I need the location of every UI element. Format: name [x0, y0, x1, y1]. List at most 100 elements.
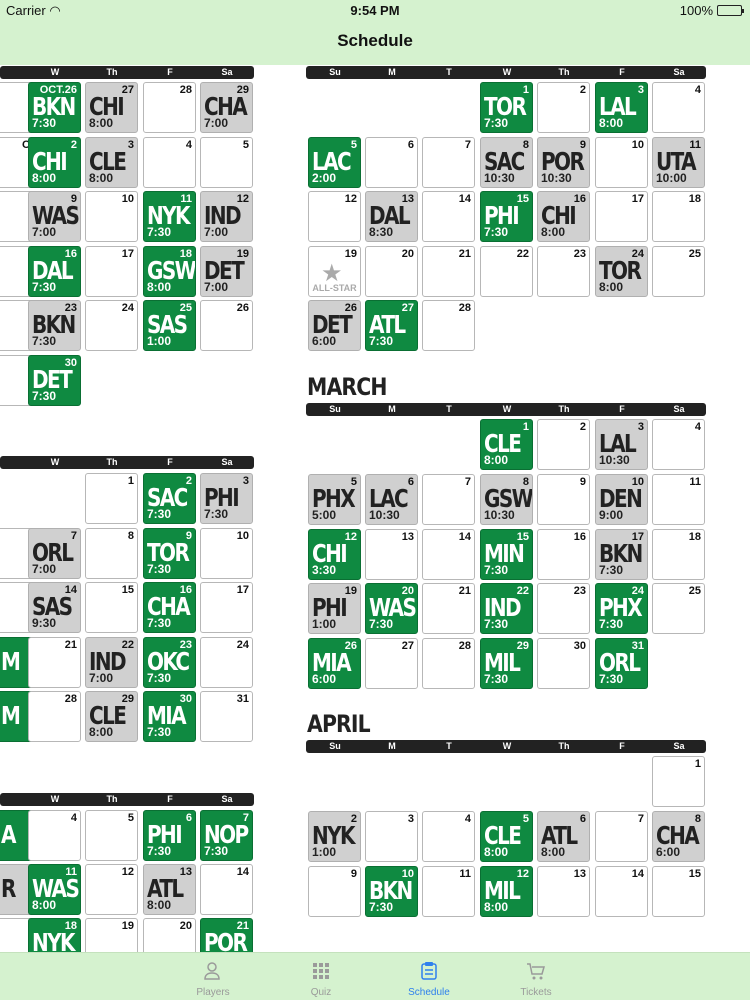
calendar-day[interactable]: 26 MIA 6:00 — [308, 638, 361, 689]
game-time: 8:00 — [147, 898, 172, 912]
calendar-day[interactable]: 8 GSW 10:30 — [480, 474, 533, 525]
schedule-content[interactable]: WThFSaWThFSaWThFSa25OCT.26BKN7:3027CHI8:… — [0, 65, 750, 952]
calendar-day[interactable]: 29 MIL 7:30 — [480, 638, 533, 689]
calendar-day[interactable]: 3 CLE 8:00 — [85, 137, 138, 188]
calendar-day[interactable]: 2 CHI 8:00 — [28, 137, 81, 188]
calendar-day[interactable]: 24 PHX 7:30 — [595, 583, 648, 634]
calendar-day[interactable]: 10 DEN 9:00 — [595, 474, 648, 525]
calendar-day[interactable]: 5 LAC 2:00 — [308, 137, 361, 188]
day-label: W — [502, 741, 512, 751]
calendar-day[interactable]: 22 IND 7:30 — [480, 583, 533, 634]
calendar-day[interactable]: 13 ATL 8:00 — [143, 864, 196, 915]
calendar-day[interactable]: 6 PHI 7:30 — [143, 810, 196, 861]
day-label: F — [619, 404, 625, 414]
day-number: 17 — [121, 248, 134, 260]
day-number: 19 — [121, 920, 134, 932]
calendar-day[interactable]: 1 TOR 7:30 — [480, 82, 533, 133]
calendar-day[interactable]: 30 DET 7:30 — [28, 355, 81, 406]
calendar-day[interactable]: 11 UTA 10:00 — [652, 137, 705, 188]
calendar-day[interactable]: 9 WAS 7:00 — [28, 191, 81, 242]
calendar-day[interactable]: 12 CHI 3:30 — [308, 529, 361, 580]
calendar-day[interactable]: 6 ATL 8:00 — [537, 811, 590, 862]
calendar-day[interactable]: 27 ATL 7:30 — [365, 300, 418, 351]
calendar-day[interactable]: 29 CLE 8:00 — [85, 691, 138, 742]
calendar-day: 15 — [85, 582, 138, 633]
calendar-day[interactable]: 23 OKC 7:30 — [143, 637, 196, 688]
quiz-icon — [313, 963, 329, 979]
calendar-day[interactable]: 14 SAS 9:30 — [28, 582, 81, 633]
calendar-day[interactable]: 13 DAL 8:30 — [365, 191, 418, 242]
calendar-day[interactable]: 3 PHI 7:30 — [200, 473, 253, 524]
game-time: 7:30 — [147, 225, 172, 239]
calendar-day[interactable]: 26 DET 6:00 — [308, 300, 361, 351]
calendar-day[interactable]: 16 CHI 8:00 — [537, 191, 590, 242]
calendar-day[interactable]: 8 CHA 6:00 — [652, 811, 705, 862]
calendar-day[interactable]: 15 MIN 7:30 — [480, 529, 533, 580]
calendar-day: 26 — [200, 300, 253, 351]
calendar-day[interactable]: 25 SAS 1:00 — [143, 300, 196, 351]
tab-quiz[interactable]: Quiz — [281, 953, 361, 1000]
calendar-day[interactable]: 2 NYK 1:00 — [308, 811, 361, 862]
calendar-day[interactable]: 23 BKN 7:30 — [28, 300, 81, 351]
calendar-day[interactable]: 7 NOP 7:30 — [200, 810, 253, 861]
calendar-day[interactable]: 15 PHI 7:30 — [480, 191, 533, 242]
calendar-day[interactable]: 30 MIA 7:30 — [143, 691, 196, 742]
calendar-day[interactable]: 5 CLE 8:00 — [480, 811, 533, 862]
day-number: 17 — [236, 584, 249, 596]
calendar-day: 12 — [85, 864, 138, 915]
day-number: 24 — [236, 639, 249, 651]
day-number: 5 — [242, 139, 249, 151]
calendar-day[interactable]: 1 CLE 8:00 — [480, 419, 533, 470]
calendar-day[interactable]: 27 CHI 8:00 — [85, 82, 138, 133]
calendar-day[interactable]: 6 LAC 10:30 — [365, 474, 418, 525]
calendar-day: 6 — [365, 137, 418, 188]
day-number: 21 — [64, 639, 77, 651]
calendar-day[interactable]: 16 CHA 7:30 — [143, 582, 196, 633]
calendar-day[interactable]: 11 WAS 8:00 — [28, 864, 81, 915]
calendar-day[interactable]: 9 TOR 7:30 — [143, 528, 196, 579]
calendar-day[interactable]: 3 LAL 8:00 — [595, 82, 648, 133]
day-label: Sa — [221, 457, 233, 467]
calendar-day[interactable]: 18 NYK — [28, 918, 81, 952]
calendar-day[interactable]: 19 ★ ALL-STAR — [308, 246, 361, 297]
tab-players[interactable]: Players — [173, 953, 253, 1000]
calendar-day[interactable]: 12 MIL 8:00 — [480, 866, 533, 917]
tab-schedule[interactable]: Schedule — [389, 953, 469, 1000]
tab-tickets[interactable]: Tickets — [496, 953, 576, 1000]
calendar-day[interactable]: 8 SAC 10:30 — [480, 137, 533, 188]
calendar-day[interactable]: 17 BKN 7:30 — [595, 529, 648, 580]
calendar-day[interactable]: 21 POR — [200, 918, 253, 952]
calendar-day[interactable]: 19 PHI 1:00 — [308, 583, 361, 634]
month-title: APRIL — [307, 710, 371, 738]
calendar-day: 28 — [422, 638, 475, 689]
month-title: MARCH — [307, 373, 387, 401]
calendar-day[interactable]: 11 NYK 7:30 — [143, 191, 196, 242]
calendar-day: 10 — [200, 528, 253, 579]
day-number: 18 — [688, 531, 701, 543]
opponent-team: M — [1, 647, 21, 676]
calendar-day[interactable]: 22 IND 7:00 — [85, 637, 138, 688]
schedule-icon — [421, 962, 437, 980]
calendar-day[interactable]: 12 IND 7:00 — [200, 191, 253, 242]
calendar-day: 5 — [200, 137, 253, 188]
calendar-day[interactable]: 10 BKN 7:30 — [365, 866, 418, 917]
calendar-day[interactable]: 29 CHA 7:00 — [200, 82, 253, 133]
day-number: 15 — [516, 193, 529, 205]
calendar-day[interactable]: OCT.26 BKN 7:30 — [28, 82, 81, 133]
day-label: T — [446, 67, 452, 77]
calendar-day[interactable]: 31 ORL 7:30 — [595, 638, 648, 689]
calendar-day: 1 — [85, 473, 138, 524]
calendar-day[interactable]: 9 POR 10:30 — [537, 137, 590, 188]
calendar-day[interactable]: 18 GSW 8:00 — [143, 246, 196, 297]
calendar-day[interactable]: 2 SAC 7:30 — [143, 473, 196, 524]
calendar-day[interactable]: 7 ORL 7:00 — [28, 528, 81, 579]
calendar-day[interactable]: 24 TOR 8:00 — [595, 246, 648, 297]
calendar-day[interactable]: 19 DET 7:00 — [200, 246, 253, 297]
calendar-day[interactable]: 16 DAL 7:30 — [28, 246, 81, 297]
battery-status: 100% — [680, 3, 744, 18]
calendar-day[interactable]: 3 LAL 10:30 — [595, 419, 648, 470]
game-time: 10:30 — [599, 453, 630, 467]
calendar-day[interactable]: 5 PHX 5:00 — [308, 474, 361, 525]
day-number: 23 — [573, 248, 586, 260]
calendar-day[interactable]: 20 WAS 7:30 — [365, 583, 418, 634]
